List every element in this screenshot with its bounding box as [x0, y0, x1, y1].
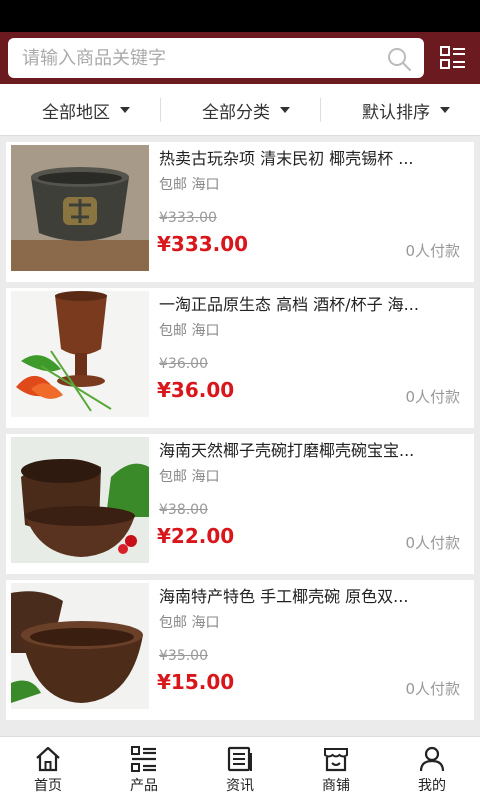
tab-products[interactable]: 产品 [96, 737, 192, 800]
product-title[interactable]: 海南特产特色 手工椰壳碗 原色双... [159, 584, 464, 610]
tab-profile[interactable]: 我的 [384, 737, 480, 800]
product-paid-count: 0人付款 [405, 388, 460, 406]
product-tags: 包邮 海口 [159, 615, 220, 631]
caret-down-icon [120, 107, 130, 113]
user-icon [419, 746, 445, 772]
product-price: ¥333.00 [157, 232, 249, 256]
search-input[interactable] [22, 38, 372, 78]
product-image-tin-cup [11, 145, 149, 271]
list-icon [131, 746, 156, 772]
product-title[interactable]: 热卖古玩杂项 清末民初 椰壳锡杯 ... [159, 146, 464, 172]
filter-category-label: 全部分类 [202, 102, 270, 123]
home-icon [36, 746, 60, 772]
divider [160, 98, 161, 122]
product-original-price: ¥38.00 [159, 502, 208, 518]
product-title[interactable]: 海南天然椰子壳碗打磨椰壳碗宝宝... [159, 438, 464, 464]
tab-profile-label: 我的 [418, 778, 446, 794]
product-paid-count: 0人付款 [405, 242, 460, 260]
product-original-price: ¥36.00 [159, 356, 208, 372]
tab-shop[interactable]: 商铺 [288, 737, 384, 800]
filter-bar: 全部地区 全部分类 默认排序 [0, 84, 480, 136]
tab-home-label: 首页 [34, 778, 62, 794]
search-icon[interactable] [386, 46, 412, 72]
product-image-coconut-bowl [11, 437, 149, 563]
filter-region-label: 全部地区 [42, 102, 110, 123]
shop-icon [324, 748, 348, 772]
caret-down-icon [280, 107, 290, 113]
product-price: ¥15.00 [157, 670, 235, 694]
product-paid-count: 0人付款 [405, 534, 460, 552]
filter-sort-label: 默认排序 [362, 102, 430, 123]
caret-down-icon [440, 107, 450, 113]
header [0, 32, 480, 84]
tab-news-label: 资讯 [226, 778, 254, 794]
product-card[interactable]: 海南天然椰子壳碗打磨椰壳碗宝宝... 包邮 海口 ¥38.00 ¥22.00 0… [6, 434, 474, 574]
product-card[interactable]: 海南特产特色 手工椰壳碗 原色双... 包邮 海口 ¥35.00 ¥15.00 … [6, 580, 474, 720]
product-original-price: ¥333.00 [159, 210, 217, 226]
tab-shop-label: 商铺 [322, 778, 350, 794]
product-tags: 包邮 海口 [159, 177, 220, 193]
product-card[interactable]: 热卖古玩杂项 清末民初 椰壳锡杯 ... 包邮 海口 ¥333.00 ¥333.… [6, 142, 474, 282]
filter-sort[interactable]: 默认排序 [362, 84, 450, 136]
divider [320, 98, 321, 122]
product-title[interactable]: 一淘正品原生态 高档 酒杯/杯子 海... [159, 292, 464, 318]
product-tags: 包邮 海口 [159, 323, 220, 339]
search-box[interactable] [8, 38, 424, 78]
status-bar [0, 0, 480, 32]
product-price: ¥36.00 [157, 378, 235, 402]
product-card[interactable]: 一淘正品原生态 高档 酒杯/杯子 海... 包邮 海口 ¥36.00 ¥36.0… [6, 288, 474, 428]
product-tags: 包邮 海口 [159, 469, 220, 485]
product-image-wooden-cup [11, 291, 149, 417]
bottom-tab-bar: 首页 产品 资讯 商铺 我的 [0, 736, 480, 800]
product-paid-count: 0人付款 [405, 680, 460, 698]
tab-products-label: 产品 [130, 778, 158, 794]
product-price: ¥22.00 [157, 524, 235, 548]
category-grid-icon[interactable] [440, 45, 466, 71]
filter-region[interactable]: 全部地区 [42, 84, 130, 136]
news-icon [227, 746, 252, 772]
product-image-coconut-bowl-pair [11, 583, 149, 709]
filter-category[interactable]: 全部分类 [202, 84, 290, 136]
product-original-price: ¥35.00 [159, 648, 208, 664]
tab-home[interactable]: 首页 [0, 737, 96, 800]
tab-news[interactable]: 资讯 [192, 737, 288, 800]
